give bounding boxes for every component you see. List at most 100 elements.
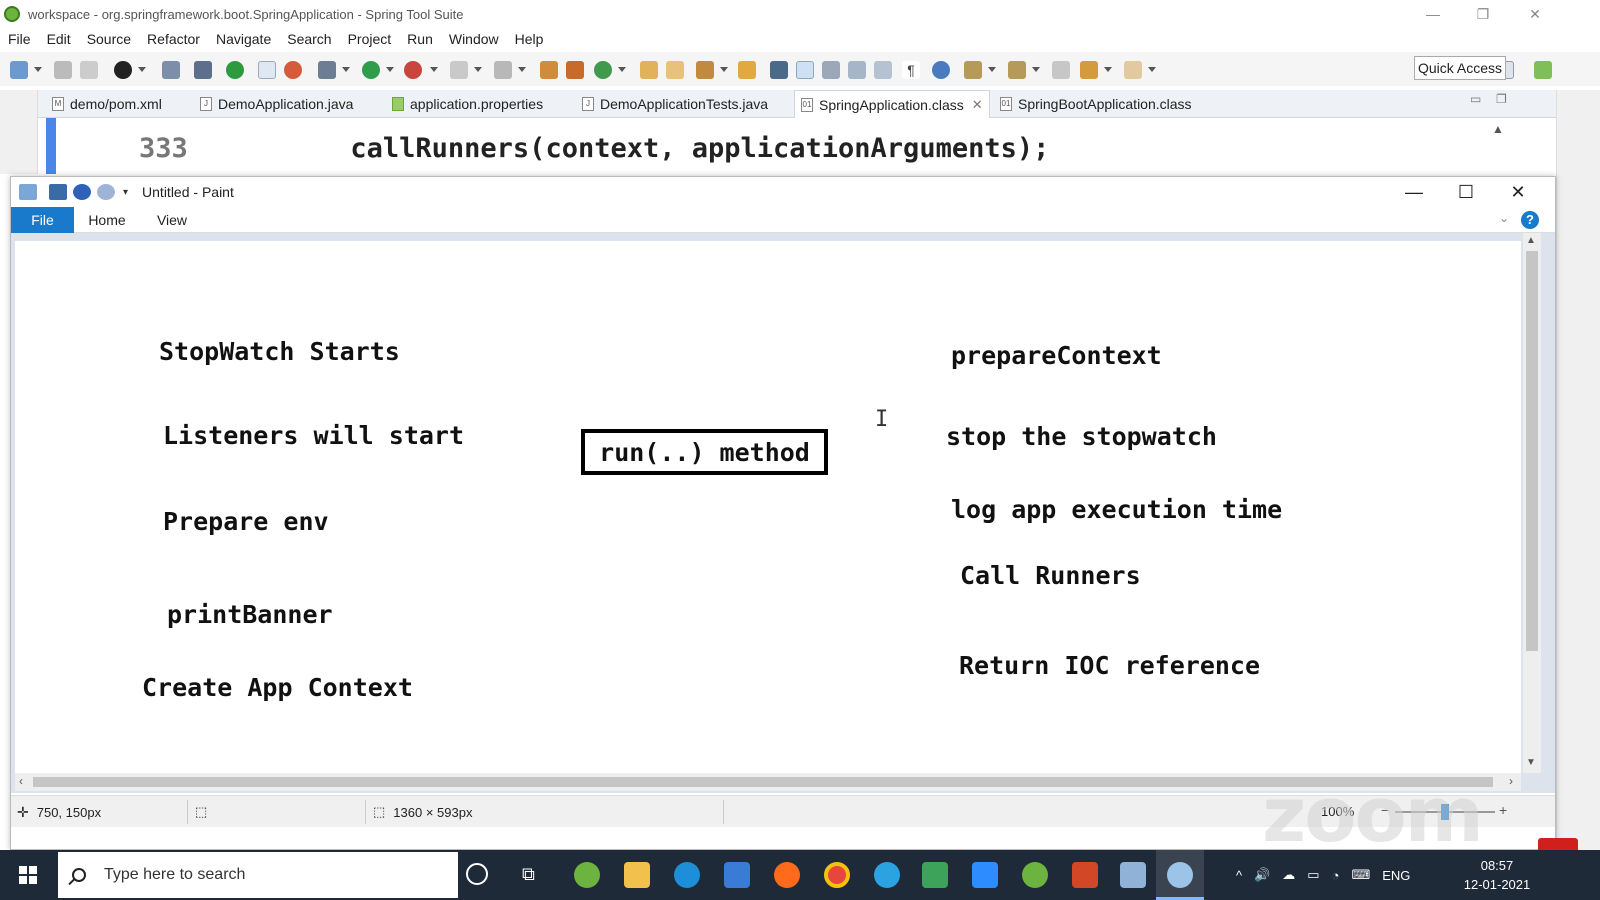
chevron-up-icon[interactable]: ^ (1236, 868, 1242, 883)
zoom-app-icon[interactable] (972, 862, 998, 888)
maximize-editor-icon[interactable]: ❐ (1496, 92, 1507, 106)
boot-dashboard-icon[interactable] (114, 61, 132, 79)
search-icon[interactable] (696, 61, 714, 79)
menu-edit[interactable]: Edit (39, 31, 79, 47)
menu-project[interactable]: Project (340, 31, 400, 47)
tab-pom-xml[interactable]: M demo/pom.xml (46, 90, 192, 118)
horizontal-scroll-thumb[interactable] (33, 777, 1493, 787)
notepad-plus-icon[interactable] (922, 862, 948, 888)
chevron-down-icon[interactable] (1148, 67, 1156, 72)
powerpoint-icon[interactable] (1072, 862, 1098, 888)
open-type-icon[interactable] (640, 61, 658, 79)
close-icon[interactable]: ✕ (972, 97, 983, 113)
tab-demo-application-tests[interactable]: J DemoApplicationTests.java (578, 90, 796, 118)
chevron-down-icon[interactable] (1032, 67, 1040, 72)
sts-close-button[interactable]: ✕ (1512, 0, 1558, 28)
relaunch-icon[interactable] (284, 61, 302, 79)
chevron-down-icon[interactable] (386, 67, 394, 72)
new-package-icon[interactable] (566, 61, 584, 79)
whiteboard-icon[interactable] (1120, 862, 1146, 888)
edge-icon[interactable] (674, 862, 700, 888)
console-icon[interactable] (162, 61, 180, 79)
run-icon[interactable] (362, 61, 380, 79)
stop-icon[interactable] (450, 61, 468, 79)
customize-quick-access-icon[interactable]: ▾ (123, 187, 128, 198)
zoom-knob[interactable] (1441, 804, 1449, 820)
tab-spring-boot-application-class[interactable]: 01 SpringBootApplication.class (996, 90, 1196, 118)
chevron-down-icon[interactable] (474, 67, 482, 72)
chevron-down-icon[interactable] (988, 67, 996, 72)
ribbon-tab-file[interactable]: File (11, 207, 74, 233)
menu-navigate[interactable]: Navigate (208, 31, 279, 47)
task-view-icon[interactable]: ⧉ (522, 864, 535, 885)
quick-access-field[interactable]: Quick Access (1414, 56, 1506, 80)
firefox-icon[interactable] (774, 862, 800, 888)
file-explorer-icon[interactable] (624, 862, 650, 888)
ribbon-tab-view[interactable]: View (147, 207, 197, 233)
ribbon-tab-home[interactable]: Home (81, 207, 133, 233)
scroll-right-icon[interactable]: › (1509, 774, 1513, 788)
scroll-up-icon[interactable]: ▲ (1526, 235, 1536, 246)
new-class-icon[interactable] (594, 61, 612, 79)
next-annotation-icon[interactable] (822, 61, 840, 79)
zoom-out-icon[interactable]: − (1381, 802, 1389, 818)
annotation-icon[interactable] (770, 61, 788, 79)
chevron-down-icon[interactable] (138, 67, 146, 72)
prev-annotation-icon[interactable] (848, 61, 866, 79)
highlight-icon[interactable] (796, 61, 814, 79)
sts-restore-button[interactable]: ❐ (1460, 0, 1506, 28)
chevron-down-icon[interactable] (430, 67, 438, 72)
minimize-editor-icon[interactable]: ▭ (1470, 92, 1481, 106)
spring-start-icon[interactable] (226, 61, 244, 79)
save-icon[interactable] (49, 184, 67, 200)
tab-spring-application-class[interactable]: 01 SpringApplication.class ✕ (794, 90, 990, 118)
menu-refactor[interactable]: Refactor (139, 31, 208, 47)
code-editor[interactable]: 333 callRunners(context, applicationArgu… (38, 118, 1556, 174)
open-task-icon[interactable] (738, 61, 756, 79)
battery-icon[interactable]: ▭ (1307, 867, 1319, 883)
debug-icon[interactable] (318, 61, 336, 79)
cloud-icon[interactable]: ☁ (1282, 867, 1295, 883)
paint-canvas[interactable]: StopWatch Starts Listeners will start Pr… (15, 241, 1521, 781)
chevron-down-icon[interactable] (342, 67, 350, 72)
chrome-icon[interactable] (824, 862, 850, 888)
chevron-down-icon[interactable] (720, 67, 728, 72)
previous-edit-icon[interactable] (1008, 61, 1026, 79)
scroll-up-icon[interactable]: ▲ (1492, 122, 1504, 136)
forward-icon[interactable] (1124, 61, 1142, 79)
save-all-icon[interactable] (80, 61, 98, 79)
last-edit-location-icon[interactable] (1052, 61, 1070, 79)
menu-search[interactable]: Search (279, 31, 339, 47)
next-edit-icon[interactable] (964, 61, 982, 79)
chevron-down-icon[interactable] (34, 67, 42, 72)
open-resource-icon[interactable] (666, 61, 684, 79)
new-icon[interactable] (10, 61, 28, 79)
save-icon[interactable] (54, 61, 72, 79)
canvas-horizontal-scrollbar[interactable]: ‹ › (15, 773, 1521, 791)
paint-minimize-button[interactable]: — (1389, 177, 1439, 207)
volume-icon[interactable]: 🔊 (1254, 867, 1270, 883)
scroll-down-icon[interactable]: ▼ (1526, 757, 1536, 768)
tab-application-properties[interactable]: application.properties (388, 90, 572, 118)
start-button[interactable] (0, 850, 56, 900)
menu-help[interactable]: Help (507, 31, 552, 47)
zoom-in-icon[interactable]: + (1499, 802, 1507, 818)
external-tools-icon[interactable] (404, 61, 422, 79)
build-icon[interactable] (494, 61, 512, 79)
tab-demo-application[interactable]: J DemoApplication.java (196, 90, 382, 118)
paint-maximize-button[interactable]: ☐ (1441, 177, 1491, 207)
chevron-down-icon[interactable] (618, 67, 626, 72)
block-selection-icon[interactable] (874, 61, 892, 79)
toggle-icon[interactable] (258, 61, 276, 79)
skip-breakpoints-icon[interactable] (194, 61, 212, 79)
telegram-icon[interactable] (874, 862, 900, 888)
paint-close-button[interactable]: ✕ (1493, 177, 1543, 207)
taskbar-clock[interactable]: 08:57 12-01-2021 (1460, 856, 1534, 894)
menu-file[interactable]: File (0, 31, 39, 47)
show-whitespace-icon[interactable]: ¶ (902, 61, 920, 79)
redo-icon[interactable] (97, 184, 115, 200)
zoom-slider[interactable]: − + (1381, 802, 1511, 820)
web-browser-icon[interactable] (932, 61, 950, 79)
store-icon[interactable] (724, 862, 750, 888)
spring-perspective-icon[interactable] (1534, 61, 1552, 79)
